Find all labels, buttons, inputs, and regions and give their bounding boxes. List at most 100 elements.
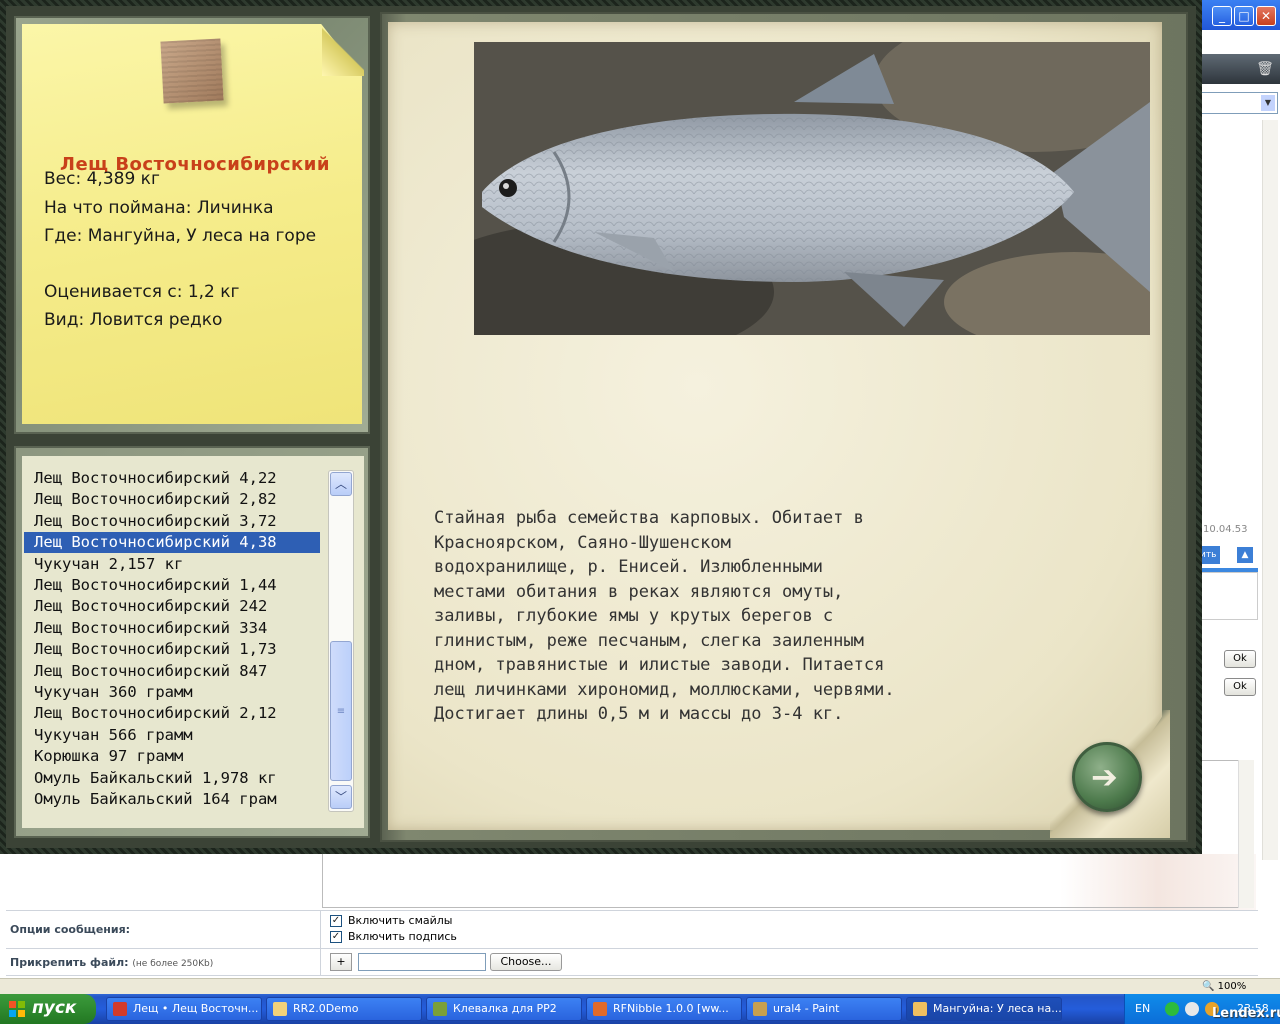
catch-list-item[interactable]: Лещ Восточносибирский 242 bbox=[24, 596, 320, 617]
scroll-up-icon[interactable]: ▲ bbox=[1236, 546, 1254, 564]
task-label: ural4 - Paint bbox=[773, 1002, 840, 1015]
description-line: глинистым, реже песчаным, слегка заиленн… bbox=[434, 630, 864, 651]
choose-file-button[interactable]: Choose... bbox=[490, 953, 562, 971]
fish-photo bbox=[474, 42, 1150, 335]
volume-icon[interactable] bbox=[1185, 1002, 1199, 1016]
taskbar-task[interactable]: Лещ • Лещ Восточн... bbox=[106, 997, 262, 1021]
sticky-fold bbox=[322, 24, 364, 76]
start-button[interactable]: пуск bbox=[0, 994, 96, 1024]
task-app-icon bbox=[433, 1002, 447, 1016]
description-line: водохранилище, р. Енисей. Излюбленными bbox=[434, 557, 823, 577]
attach-label-text: Прикрепить файл: bbox=[10, 956, 129, 969]
ok-button-1[interactable]: Ok bbox=[1224, 650, 1256, 668]
browser-statusbar: 🔍 100% bbox=[0, 978, 1280, 994]
catch-list-scrollbar[interactable]: ︿ ≡ ﹀ bbox=[328, 470, 354, 812]
catch-list-panel: Лещ Восточносибирский 4,22 Лещ Восточноси… bbox=[14, 446, 370, 838]
attach-file-row: Прикрепить файл: (не более 250Kb) + Choo… bbox=[6, 948, 1258, 976]
task-label: Лещ • Лещ Восточн... bbox=[133, 1002, 259, 1015]
minimize-button[interactable]: _ bbox=[1212, 6, 1232, 26]
chevron-down-icon: ▼ bbox=[1261, 95, 1275, 111]
description-line: заливы, глубокие ямы у крутых берегов с bbox=[434, 606, 834, 626]
fish-weight: Вес: 4,389 кг bbox=[44, 169, 160, 189]
catch-list-item[interactable]: Чукучан 566 грамм bbox=[24, 725, 320, 746]
post-timestamp: 10.04.53 bbox=[1203, 524, 1248, 535]
browser-toolbar: 🗑 bbox=[1200, 54, 1280, 84]
page-scrollbar[interactable] bbox=[1262, 120, 1278, 860]
windows-taskbar: пуск Лещ • Лещ Восточн... RR2.0Demo Клевал… bbox=[0, 994, 1280, 1024]
cork-pin-icon bbox=[160, 38, 224, 104]
start-label: пуск bbox=[32, 998, 77, 1018]
catch-list-item[interactable]: Лещ Восточносибирский 2,82 bbox=[24, 489, 320, 510]
bream-fish-image bbox=[474, 42, 1150, 335]
catch-list-item[interactable]: Лещ Восточносибирский 334 bbox=[24, 618, 320, 639]
smiles-checkbox[interactable]: ✓ bbox=[330, 915, 342, 927]
catch-list-item[interactable]: Лещ Восточносибирский 4,22 bbox=[24, 468, 320, 489]
taskbar-task[interactable]: RR2.0Demo bbox=[266, 997, 422, 1021]
file-path-input[interactable] bbox=[358, 953, 486, 971]
catch-list-item[interactable]: Чукучан 360 грамм bbox=[24, 682, 320, 703]
network-icon[interactable] bbox=[1165, 1002, 1179, 1016]
task-label: RR2.0Demo bbox=[293, 1002, 359, 1015]
scroll-up-icon[interactable]: ︿ bbox=[330, 472, 352, 496]
ok-button-2[interactable]: Ok bbox=[1224, 678, 1256, 696]
catch-list-item[interactable]: Омуль Байкальский 1,978 кг bbox=[24, 768, 320, 789]
signature-checkbox[interactable]: ✓ bbox=[330, 931, 342, 943]
task-app-icon bbox=[913, 1002, 927, 1016]
catch-list-item[interactable]: Чукучан 2,157 кг bbox=[24, 554, 320, 575]
task-label: Клевалка для РР2 bbox=[453, 1002, 557, 1015]
fish-bait: На что поймана: Личинка bbox=[44, 198, 274, 218]
add-file-button[interactable]: + bbox=[330, 953, 352, 971]
catch-list-item[interactable]: Лещ Восточносибирский 1,44 bbox=[24, 575, 320, 596]
task-label: Мангуйна: У леса на... bbox=[933, 1002, 1062, 1015]
options-label: Опции сообщения: bbox=[10, 923, 131, 936]
scroll-down-icon[interactable]: ﹀ bbox=[330, 785, 352, 809]
signature-label: Включить подпись bbox=[348, 930, 457, 943]
description-line: лещ личинками хирономид, моллюсками, чер… bbox=[434, 679, 895, 700]
language-indicator[interactable]: EN bbox=[1135, 1002, 1150, 1015]
taskbar-task[interactable]: RFNibble 1.0.0 [ww... bbox=[586, 997, 742, 1021]
catch-list: Лещ Восточносибирский 4,22 Лещ Восточноси… bbox=[22, 456, 364, 828]
catch-list-item[interactable]: Омуль Байкальский 164 грам bbox=[24, 789, 320, 810]
task-app-icon bbox=[113, 1002, 127, 1016]
description-line: дном, травянистые и илистые заводи. Пита… bbox=[434, 655, 885, 675]
browser-titlebar: _ □ ✕ bbox=[1200, 0, 1280, 30]
trash-icon[interactable]: 🗑 bbox=[1256, 60, 1274, 78]
catch-list-item[interactable]: Лещ Восточносибирский 4,38 bbox=[24, 532, 320, 554]
zoom-value: 100% bbox=[1217, 981, 1247, 992]
watermark-logo: Lendex.ru bbox=[1212, 1006, 1280, 1021]
side-box bbox=[1200, 572, 1258, 620]
next-page-button[interactable]: ➔ bbox=[1072, 742, 1142, 812]
catch-list-item[interactable]: Лещ Восточносибирский 3,72 bbox=[24, 511, 320, 532]
taskbar-task[interactable]: Клевалка для РР2 bbox=[426, 997, 582, 1021]
forum-select[interactable]: ▼ bbox=[1200, 92, 1278, 114]
row-divider bbox=[320, 911, 321, 948]
fish-rated-from: Оценивается с: 1,2 кг bbox=[44, 282, 240, 302]
taskbar-task[interactable]: ural4 - Paint bbox=[746, 997, 902, 1021]
fish-location: Где: Мангуйна, У леса на горе bbox=[44, 226, 317, 246]
reply-button[interactable]: ить bbox=[1200, 546, 1220, 564]
encyclopedia-page: Стайная рыба семейства карповых. Обитает… bbox=[388, 22, 1162, 830]
scroll-thumb[interactable]: ≡ bbox=[330, 641, 352, 781]
task-app-icon bbox=[593, 1002, 607, 1016]
description-line: Достигает длины 0,5 м и массы до 3-4 кг. bbox=[434, 704, 844, 724]
textarea-scrollbar[interactable] bbox=[1238, 760, 1254, 908]
attach-hint: (не более 250Kb) bbox=[132, 959, 214, 969]
arrow-right-icon: ➔ bbox=[1091, 758, 1118, 796]
catch-list-item[interactable]: Лещ Восточносибирский 847 bbox=[24, 661, 320, 682]
catch-list-item[interactable]: Корюшка 97 грамм bbox=[24, 746, 320, 767]
description-line: Стайная рыба семейства карповых. Обитает… bbox=[434, 508, 864, 528]
description-line: местами обитания в реках являются омуты, bbox=[434, 581, 844, 602]
zoom-level[interactable]: 🔍 100% bbox=[1202, 980, 1258, 994]
close-button[interactable]: ✕ bbox=[1256, 6, 1276, 26]
catch-list-item[interactable]: Лещ Восточносибирский 1,73 bbox=[24, 639, 320, 660]
maximize-button[interactable]: □ bbox=[1234, 6, 1254, 26]
message-options-row: Опции сообщения: ✓ Включить смайлы ✓ Вкл… bbox=[6, 910, 1258, 948]
taskbar-task[interactable]: Мангуйна: У леса на... bbox=[906, 997, 1062, 1021]
task-label: RFNibble 1.0.0 [ww... bbox=[613, 1002, 729, 1015]
windows-logo-icon bbox=[9, 1001, 25, 1017]
description-line: Красноярском, Саяно-Шушенском bbox=[434, 532, 731, 553]
task-app-icon bbox=[753, 1002, 767, 1016]
task-app-icon bbox=[273, 1002, 287, 1016]
row-divider bbox=[320, 949, 321, 975]
catch-list-item[interactable]: Лещ Восточносибирский 2,12 bbox=[24, 703, 320, 724]
